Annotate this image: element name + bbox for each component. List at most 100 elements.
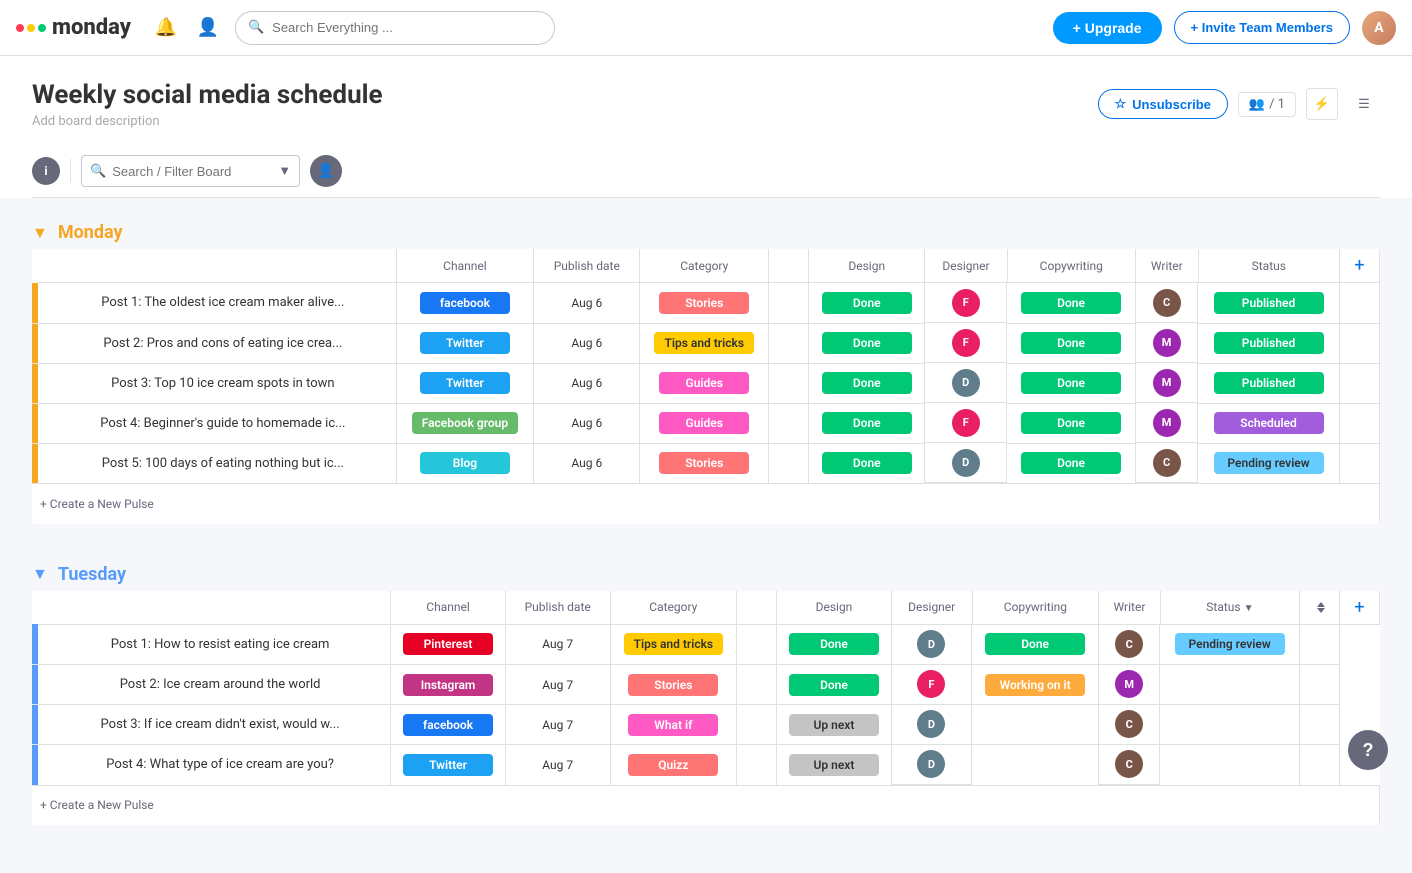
copywriting-cell[interactable]: Done [1007, 283, 1136, 324]
row-name[interactable]: Post 2: Ice cream around the world [120, 677, 321, 692]
copywriting-cell[interactable]: Done [1007, 323, 1136, 363]
filter-bar[interactable]: 🔍 ▼ [81, 155, 300, 187]
create-pulse-cell[interactable]: + Create a New Pulse [32, 785, 1380, 825]
add-column-tuesday[interactable]: + [1340, 591, 1380, 625]
copywriting-cell[interactable]: Done [972, 624, 1099, 665]
row-name[interactable]: Post 2: Pros and cons of eating ice crea… [103, 336, 342, 351]
more-options-button[interactable]: ☰ [1348, 88, 1380, 120]
status-cell[interactable]: Pending review [1160, 624, 1299, 665]
status-cell[interactable]: Published [1198, 323, 1339, 363]
group-title-tuesday[interactable]: Tuesday [58, 564, 126, 585]
channel-pill[interactable]: Instagram [403, 674, 493, 696]
status-cell[interactable] [1160, 745, 1299, 786]
group-arrow-monday[interactable]: ▼ [32, 223, 48, 243]
copywriting-cell[interactable]: Done [1007, 403, 1136, 443]
channel-cell[interactable]: Pinterest [391, 624, 506, 665]
invite-team-button[interactable]: + Invite Team Members [1174, 11, 1350, 44]
design-cell[interactable]: Done [809, 323, 925, 363]
team-icon[interactable]: 👤 [193, 13, 223, 43]
copywriting-cell[interactable] [972, 745, 1099, 786]
row-name[interactable]: Post 4: What type of ice cream are you? [106, 757, 334, 772]
status-cell[interactable]: Published [1198, 283, 1339, 324]
copywriting-pill[interactable]: Done [1021, 372, 1121, 394]
copywriting-pill[interactable]: Done [1021, 412, 1121, 434]
status-cell[interactable]: Published [1198, 363, 1339, 403]
create-pulse-row[interactable]: + Create a New Pulse [32, 785, 1380, 825]
design-pill[interactable]: Done [822, 372, 912, 394]
avatar[interactable]: A [1362, 11, 1396, 45]
board-description[interactable]: Add board description [32, 114, 383, 129]
design-pill[interactable]: Up next [789, 754, 879, 776]
category-pill[interactable]: Stories [628, 674, 718, 696]
category-pill[interactable]: Guides [659, 412, 749, 434]
status-cell[interactable]: Scheduled [1198, 403, 1339, 443]
channel-pill[interactable]: Twitter [420, 332, 510, 354]
category-cell[interactable]: Quizz [610, 745, 737, 786]
copywriting-pill[interactable]: Done [1021, 332, 1121, 354]
category-cell[interactable]: Guides [640, 403, 769, 443]
add-column-monday[interactable]: + [1340, 249, 1380, 283]
filter-dropdown-icon[interactable]: ▼ [278, 163, 291, 179]
design-cell[interactable]: Done [809, 403, 925, 443]
upgrade-button[interactable]: + Upgrade [1053, 12, 1162, 44]
create-pulse-cell[interactable]: + Create a New Pulse [32, 484, 1380, 524]
copywriting-cell[interactable]: Working on it [972, 665, 1099, 705]
global-search-bar[interactable]: 🔍 [235, 11, 555, 45]
category-pill[interactable]: Stories [659, 292, 749, 314]
status-pill[interactable]: Pending review [1214, 452, 1324, 474]
category-pill[interactable]: Stories [659, 452, 749, 474]
status-cell[interactable] [1160, 665, 1299, 705]
copywriting-pill[interactable]: Done [1021, 292, 1121, 314]
category-cell[interactable]: Guides [640, 363, 769, 403]
design-pill[interactable]: Up next [789, 714, 879, 736]
channel-cell[interactable]: Facebook group [396, 403, 533, 443]
channel-cell[interactable]: Twitter [391, 745, 506, 786]
status-cell[interactable] [1160, 705, 1299, 745]
channel-cell[interactable]: Twitter [396, 323, 533, 363]
row-name[interactable]: Post 4: Beginner's guide to homemade ic.… [100, 416, 345, 431]
notifications-icon[interactable]: 🔔 [151, 13, 181, 43]
row-name[interactable]: Post 1: The oldest ice cream maker alive… [101, 295, 344, 310]
row-name[interactable]: Post 1: How to resist eating ice cream [111, 637, 330, 652]
copywriting-pill[interactable]: Done [1021, 452, 1121, 474]
global-search-input[interactable] [272, 20, 542, 35]
copywriting-pill[interactable]: Working on it [985, 674, 1085, 696]
status-pill[interactable]: Published [1214, 292, 1324, 314]
design-cell[interactable]: Done [777, 624, 892, 665]
status-pill[interactable]: Pending review [1175, 633, 1285, 655]
channel-pill[interactable]: facebook [420, 292, 510, 314]
logo[interactable]: monday [16, 15, 131, 40]
channel-pill[interactable]: Twitter [403, 754, 493, 776]
design-pill[interactable]: Done [822, 412, 912, 434]
design-cell[interactable]: Done [809, 443, 925, 484]
copywriting-cell[interactable]: Done [1007, 363, 1136, 403]
group-arrow-tuesday[interactable]: ▼ [32, 564, 48, 584]
category-cell[interactable]: Stories [610, 665, 737, 705]
category-pill[interactable]: Tips and tricks [654, 332, 754, 354]
channel-cell[interactable]: facebook [396, 283, 533, 324]
row-name[interactable]: Post 3: If ice cream didn't exist, would… [101, 717, 340, 732]
design-cell[interactable]: Done [777, 665, 892, 705]
design-cell[interactable]: Done [809, 363, 925, 403]
category-cell[interactable]: Tips and tricks [640, 323, 769, 363]
channel-cell[interactable]: Blog [396, 443, 533, 484]
channel-pill[interactable]: facebook [403, 714, 493, 736]
create-pulse-row[interactable]: + Create a New Pulse [32, 484, 1380, 524]
copywriting-cell[interactable] [972, 705, 1099, 745]
category-cell[interactable]: Tips and tricks [610, 624, 737, 665]
design-pill[interactable]: Done [789, 633, 879, 655]
status-pill[interactable]: Published [1214, 332, 1324, 354]
copywriting-cell[interactable]: Done [1007, 443, 1136, 484]
category-pill[interactable]: Guides [659, 372, 749, 394]
group-title-monday[interactable]: Monday [58, 222, 123, 243]
design-pill[interactable]: Done [789, 674, 879, 696]
channel-pill[interactable]: Twitter [420, 372, 510, 394]
sort-column-tuesday[interactable] [1300, 591, 1340, 625]
status-pill[interactable]: Scheduled [1214, 412, 1324, 434]
category-cell[interactable]: Stories [640, 443, 769, 484]
design-cell[interactable]: Up next [777, 705, 892, 745]
status-pill[interactable]: Published [1214, 372, 1324, 394]
filter-input[interactable] [112, 164, 272, 179]
category-cell[interactable]: What if [610, 705, 737, 745]
design-cell[interactable]: Up next [777, 745, 892, 786]
